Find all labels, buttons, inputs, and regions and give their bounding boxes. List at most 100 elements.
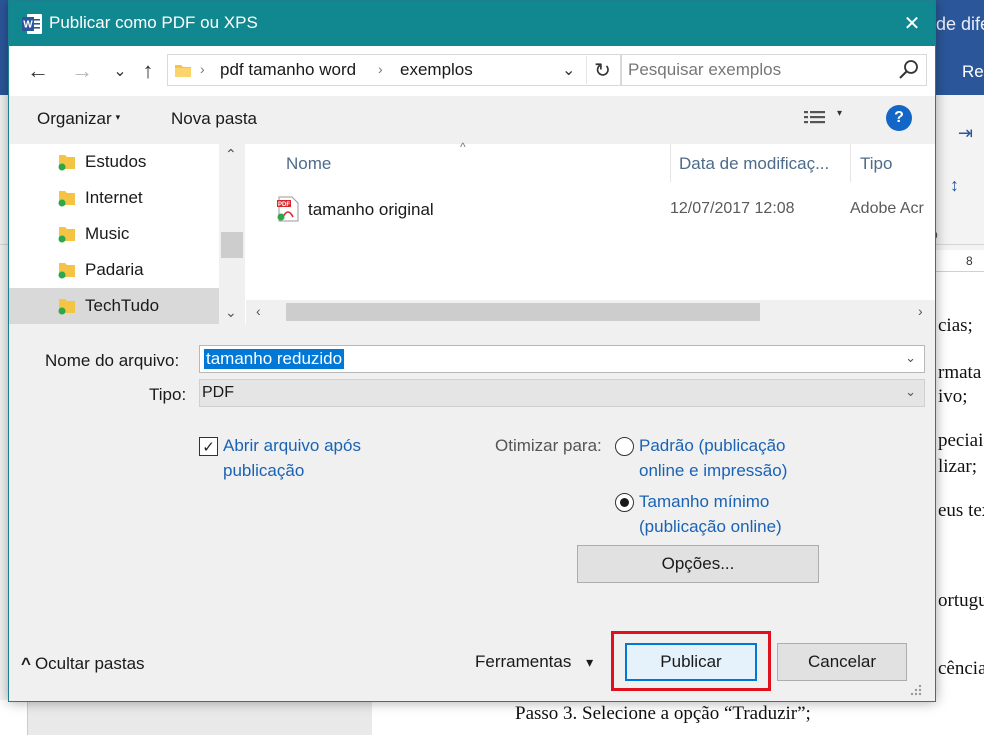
file-date: 12/07/2017 12:08 bbox=[670, 200, 795, 217]
folder-icon bbox=[175, 65, 191, 77]
column-header-type[interactable]: Tipo bbox=[860, 154, 892, 174]
search-input[interactable] bbox=[628, 59, 898, 81]
word-ruler: 8 bbox=[936, 250, 984, 272]
view-options-icon[interactable] bbox=[803, 108, 827, 128]
command-toolbar: Organizar ▾ Nova pasta ▾ ? bbox=[9, 96, 935, 144]
resize-grip-icon[interactable] bbox=[907, 683, 923, 697]
chevron-down-icon: ⌄ bbox=[113, 63, 127, 80]
tree-item-label: Internet bbox=[85, 188, 143, 207]
tree-item-estudos[interactable]: Estudos bbox=[9, 144, 219, 180]
caret-down-icon: ▾ bbox=[586, 654, 594, 670]
word-left-gutter bbox=[0, 700, 372, 735]
back-button[interactable]: ← bbox=[23, 56, 53, 86]
option-minimum-label-line2[interactable]: (publicação online) bbox=[639, 514, 782, 539]
scroll-thumb[interactable] bbox=[221, 232, 243, 258]
recent-locations-button[interactable]: ⌄ bbox=[105, 56, 135, 86]
word-vertical-ruler bbox=[0, 700, 28, 735]
word-tab-fragment[interactable]: Re bbox=[962, 62, 984, 82]
file-type: Adobe Acr bbox=[850, 200, 924, 217]
tree-item-internet[interactable]: Internet bbox=[9, 180, 219, 216]
indent-icon[interactable]: ⇥ bbox=[958, 123, 973, 144]
publish-dialog: W Publicar como PDF ou XPS ✕ ← → ⌄ ↑ › p… bbox=[8, 0, 936, 702]
svg-text:W: W bbox=[23, 20, 33, 31]
tree-item-label: TechTudo bbox=[85, 296, 160, 315]
tree-item-label: Music bbox=[85, 224, 130, 243]
new-folder-button[interactable]: Nova pasta bbox=[171, 109, 257, 129]
file-list: ^ Nome Data de modificaç... Tipo PDF tam… bbox=[246, 140, 935, 324]
option-standard-label-line2[interactable]: online e impressão) bbox=[639, 458, 787, 483]
radio-standard[interactable] bbox=[615, 437, 634, 456]
options-button[interactable]: Opções... bbox=[577, 545, 819, 583]
view-caret-icon[interactable]: ▾ bbox=[837, 108, 842, 119]
tools-label: Ferramentas bbox=[475, 652, 572, 671]
open-after-publish-label[interactable]: Abrir arquivo após bbox=[223, 433, 361, 458]
type-select[interactable]: PDF ⌄ bbox=[199, 379, 925, 407]
column-divider[interactable] bbox=[850, 144, 851, 182]
horizontal-scrollbar[interactable]: ‹ › bbox=[246, 300, 935, 324]
ruler-number: 8 bbox=[966, 254, 973, 268]
help-icon[interactable]: ? bbox=[886, 105, 912, 131]
scroll-up-icon[interactable]: ⌃ bbox=[225, 146, 237, 163]
tree-item-padaria[interactable]: Padaria bbox=[9, 252, 219, 288]
forward-button[interactable]: → bbox=[67, 56, 97, 86]
document-line: lizar; bbox=[938, 456, 978, 477]
document-line: cência bbox=[938, 658, 984, 679]
refresh-button[interactable]: ↻ bbox=[586, 56, 618, 84]
open-after-publish-checkbox[interactable]: ✓ bbox=[199, 437, 218, 456]
cancel-button[interactable]: Cancelar bbox=[777, 643, 907, 681]
column-header-name[interactable]: Nome bbox=[286, 154, 331, 174]
up-button[interactable]: ↑ bbox=[133, 56, 163, 86]
synced-folder-icon bbox=[58, 191, 75, 207]
tree-item-music[interactable]: Music bbox=[9, 216, 219, 252]
address-bar[interactable]: › pdf tamanho word › exemplos ⌄ ↻ bbox=[167, 54, 621, 86]
scroll-left-icon[interactable]: ‹ bbox=[256, 303, 261, 319]
filename-label: Nome do arquivo: bbox=[45, 351, 180, 370]
hide-folders-button[interactable]: ^ Ocultar pastas bbox=[21, 654, 145, 674]
line-spacing-icon[interactable]: ↕ bbox=[950, 175, 959, 196]
scroll-right-icon[interactable]: › bbox=[918, 303, 923, 319]
breadcrumb-separator: › bbox=[200, 61, 205, 77]
tree-item-label: Estudos bbox=[85, 152, 147, 171]
address-dropdown-icon[interactable]: ⌄ bbox=[562, 60, 575, 80]
option-minimum-label[interactable]: Tamanho mínimo bbox=[639, 489, 769, 514]
open-after-publish-label-line2[interactable]: publicação bbox=[223, 458, 304, 483]
close-button[interactable]: ✕ bbox=[889, 1, 935, 46]
column-header-date[interactable]: Data de modificaç... bbox=[679, 154, 829, 174]
search-box bbox=[621, 54, 927, 86]
radio-minimum-size[interactable] bbox=[615, 493, 634, 512]
checkmark-icon: ✓ bbox=[202, 438, 215, 456]
column-divider[interactable] bbox=[670, 144, 671, 182]
word-app-icon: W bbox=[22, 14, 42, 34]
filename-field[interactable]: tamanho reduzido ⌄ bbox=[199, 345, 925, 373]
organize-menu[interactable]: Organizar ▾ bbox=[37, 109, 120, 129]
document-line: cias; bbox=[938, 315, 973, 336]
option-standard-label[interactable]: Padrão (publicação bbox=[639, 433, 785, 458]
dialog-titlebar[interactable]: W Publicar como PDF ou XPS ✕ bbox=[9, 1, 935, 46]
document-line: ortugu bbox=[938, 590, 984, 611]
synced-folder-icon bbox=[58, 227, 75, 243]
tree-item-label: Padaria bbox=[85, 260, 144, 279]
tools-menu[interactable]: Ferramentas ▾ bbox=[475, 652, 593, 672]
breadcrumb-item[interactable]: pdf tamanho word bbox=[220, 60, 356, 80]
document-line: eus tex bbox=[938, 500, 984, 521]
hide-folders-label: Ocultar pastas bbox=[34, 654, 145, 673]
scroll-down-icon[interactable]: ⌄ bbox=[225, 304, 237, 321]
folder-tree: Estudos Internet Music Padaria TechTudo … bbox=[9, 144, 246, 324]
tree-scrollbar[interactable]: ⌃ ⌄ bbox=[219, 144, 245, 324]
document-line: ivo; bbox=[938, 386, 968, 407]
file-name: tamanho original bbox=[308, 200, 434, 219]
breadcrumb-item[interactable]: exemplos bbox=[400, 60, 473, 80]
breadcrumb-separator: › bbox=[378, 61, 383, 77]
scroll-thumb[interactable] bbox=[286, 303, 760, 321]
synced-folder-icon bbox=[58, 263, 75, 279]
search-icon[interactable] bbox=[898, 59, 920, 81]
refresh-icon: ↻ bbox=[594, 59, 611, 82]
document-line: peciais bbox=[938, 430, 984, 451]
type-label: Tipo: bbox=[149, 385, 187, 404]
organize-label: Organizar bbox=[37, 109, 112, 128]
file-row[interactable]: PDF tamanho original 12/07/2017 12:08 Ad… bbox=[256, 194, 935, 228]
chevron-down-icon[interactable]: ⌄ bbox=[905, 350, 916, 366]
arrow-left-icon: ← bbox=[27, 58, 49, 83]
highlight-annotation bbox=[611, 631, 771, 691]
tree-item-techtudo[interactable]: TechTudo bbox=[9, 288, 219, 324]
